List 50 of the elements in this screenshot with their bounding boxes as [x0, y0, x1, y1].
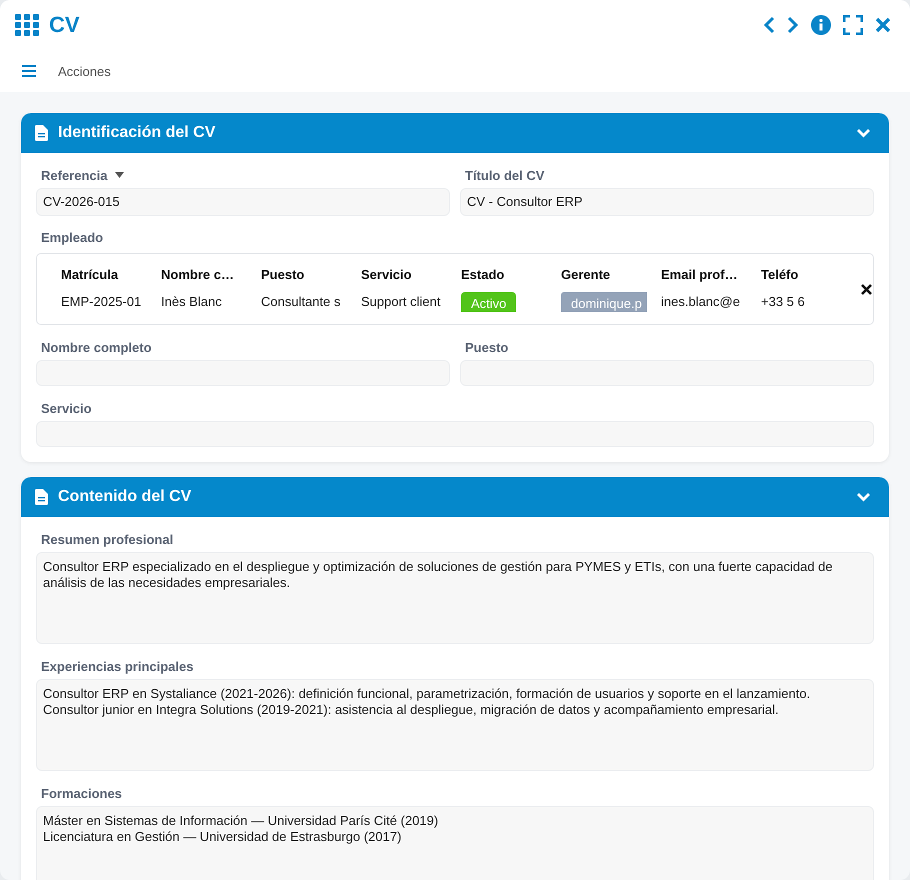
- chevron-right-icon[interactable]: [787, 16, 799, 34]
- field-label: Experiencias principales: [41, 658, 194, 674]
- grid-icon[interactable]: [15, 14, 39, 36]
- column-header: Gerente: [561, 266, 612, 282]
- field-label: Puesto: [465, 340, 508, 354]
- field-label: Título del CV: [465, 168, 544, 182]
- column-header: Servicio: [361, 266, 413, 282]
- close-icon[interactable]: [875, 17, 891, 33]
- field-label: Referencia: [41, 168, 108, 182]
- column-header: Teléfo: [761, 266, 800, 282]
- column-header: Email prof…: [661, 266, 739, 282]
- caret-icon[interactable]: [115, 172, 124, 178]
- document-icon: [35, 489, 48, 505]
- chevron-down-icon[interactable]: [856, 492, 871, 502]
- table-cell: Inès Blanc: [161, 294, 222, 308]
- column-header: Estado: [461, 266, 506, 282]
- text-area[interactable]: Máster en Sistemas de Información — Universidad París Cité (2019) Licenciatura en Gestión — Universidad de Estrasburgo (2017): [36, 806, 874, 880]
- status-badge: Activo: [461, 292, 516, 312]
- table-cell: ines.blanc@e: [661, 294, 740, 308]
- field-label: Empleado: [41, 230, 104, 245]
- actions-menu[interactable]: Acciones: [58, 64, 111, 78]
- section-title: Identificación del CV: [58, 124, 216, 142]
- fullscreen-icon[interactable]: [843, 15, 863, 35]
- remove-icon[interactable]: [861, 284, 872, 294]
- table-cell: Support client: [361, 294, 440, 308]
- section-header[interactable]: Identificación del CV: [21, 113, 889, 153]
- text-area[interactable]: Consultor ERP en Systaliance (2021-2026): definición funcional, parametrización, formación de usuarios y soporte en el lanzamiento. Consultor junior en Integra Solutions (2019-2021): asistencia al despliegue, migración de datos y acompañamiento empresarial.: [36, 679, 874, 771]
- field-label: Nombre completo: [41, 340, 152, 354]
- input-field[interactable]: CV-2026-015: [36, 188, 450, 216]
- column-header: Puesto: [261, 266, 306, 282]
- menu-icon[interactable]: [22, 65, 36, 77]
- section-title: Contenido del CV: [58, 488, 192, 506]
- field-label: Resumen profesional: [41, 532, 174, 546]
- column-header: Matrícula: [61, 266, 120, 282]
- employee-card[interactable]: Matrícula EMP-2025-01 Nombre c… Inès Blanc Puesto Consultante s Servicio Support client Estado Activo Gerente dominique.p Email prof… ines.blanc@e Teléfo +33 5 6: [36, 253, 874, 325]
- table-cell: Consultante s: [261, 294, 340, 308]
- document-icon: [35, 125, 48, 141]
- input-field[interactable]: CV - Consultor ERP: [460, 188, 874, 216]
- table-cell: EMP-2025-01: [61, 294, 142, 308]
- table-cell: +33 5 6: [761, 294, 805, 308]
- window-title: CV: [49, 12, 81, 38]
- chevron-left-icon[interactable]: [763, 16, 775, 34]
- field-label: Servicio: [41, 400, 92, 416]
- field-label: Formaciones: [41, 786, 122, 800]
- column-header: Nombre c…: [161, 266, 235, 282]
- manager-tag: dominique.p: [561, 292, 647, 312]
- chevron-down-icon[interactable]: [856, 128, 871, 138]
- info-icon[interactable]: [811, 15, 831, 35]
- text-area[interactable]: Consultor ERP especializado en el despliegue y optimización de soluciones de gestión para PYMES y ETIs, con una fuerte capacidad de análisis de las necesidades empresariales.: [36, 552, 874, 644]
- section-header[interactable]: Contenido del CV: [21, 477, 889, 517]
